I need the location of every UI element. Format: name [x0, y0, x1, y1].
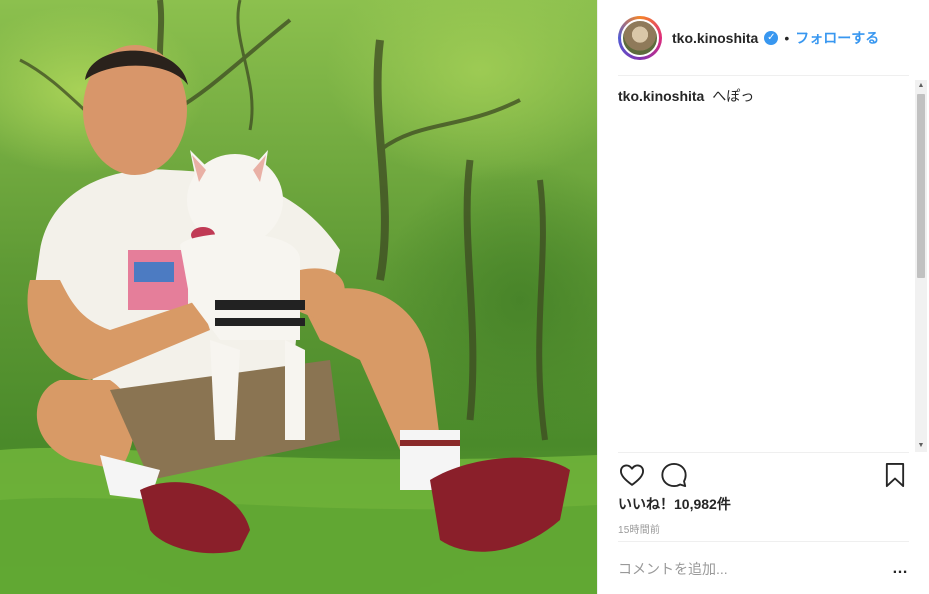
- comment-row: …: [618, 553, 909, 585]
- post-sidebar: tko.kinoshita ✓ • フォローする tko.kinoshita へ…: [597, 0, 929, 594]
- comments-area: tko.kinoshita へぽっ: [618, 86, 913, 448]
- scroll-thumb[interactable]: [917, 94, 925, 278]
- more-options-button[interactable]: …: [892, 560, 909, 578]
- header-separator: •: [784, 30, 790, 46]
- heart-icon[interactable]: [618, 461, 646, 489]
- header-divider: [618, 75, 909, 76]
- post-photo-illustration: [0, 0, 597, 594]
- caption-username[interactable]: tko.kinoshita: [618, 88, 704, 104]
- comment-divider: [618, 541, 909, 542]
- caption-text: へぽっ: [712, 88, 755, 104]
- post-header: tko.kinoshita ✓ • フォローする: [618, 14, 909, 62]
- follow-button[interactable]: フォローする: [795, 28, 879, 48]
- header-username[interactable]: tko.kinoshita: [672, 30, 758, 46]
- verified-badge-icon: ✓: [764, 31, 779, 45]
- likes-count[interactable]: いいね！10,982件: [618, 494, 731, 514]
- avatar[interactable]: [618, 16, 662, 60]
- post-photo[interactable]: [0, 0, 597, 594]
- avatar-image: [621, 19, 659, 57]
- scroll-down-arrow-icon[interactable]: ▼: [915, 440, 927, 452]
- scroll-up-arrow-icon[interactable]: ▲: [915, 80, 927, 92]
- post-timestamp[interactable]: 15時間前: [618, 521, 660, 536]
- comment-input[interactable]: [618, 561, 892, 577]
- comment-icon[interactable]: [660, 461, 688, 489]
- comments-scrollbar[interactable]: ▲ ▼: [915, 80, 927, 452]
- actions-divider: [618, 452, 909, 453]
- post-actions: [618, 460, 909, 490]
- bookmark-icon[interactable]: [881, 461, 909, 489]
- caption: tko.kinoshita へぽっ: [618, 86, 913, 106]
